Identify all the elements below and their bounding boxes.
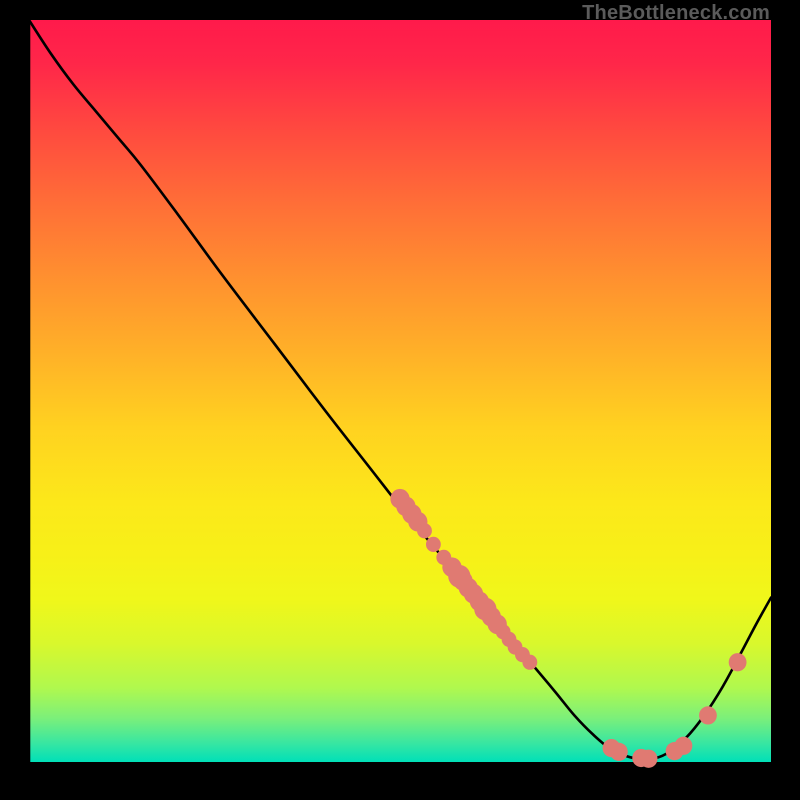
plot-area: [29, 20, 771, 780]
chart-root: TheBottleneck.com: [0, 0, 800, 800]
axis-layer: [29, 20, 771, 780]
